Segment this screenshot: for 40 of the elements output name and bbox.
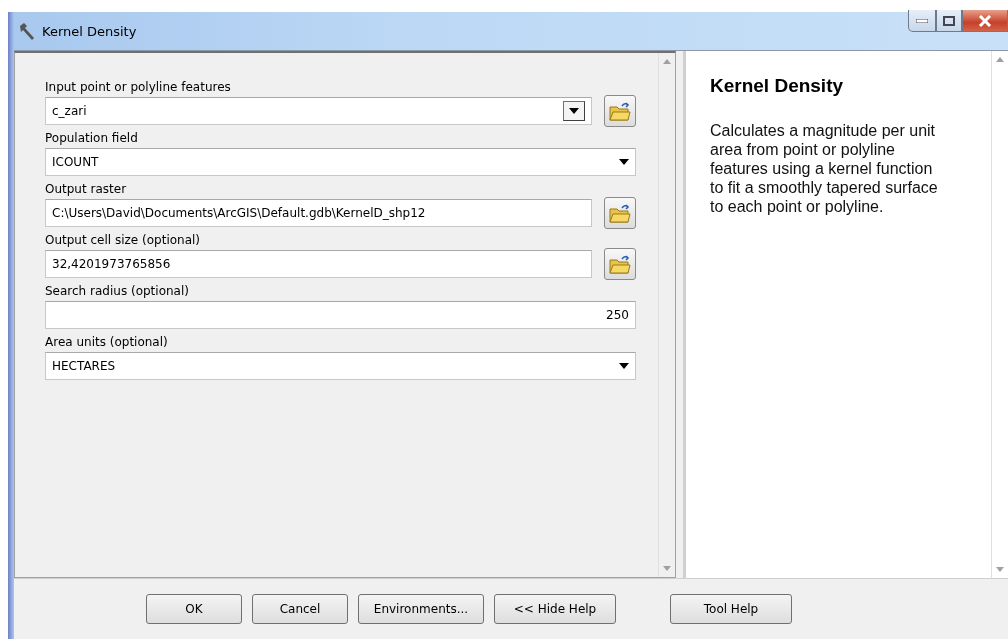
minimize-button[interactable] bbox=[908, 10, 936, 32]
caret-icon bbox=[619, 363, 629, 369]
dialog-button[interactable]: Tool Help bbox=[670, 594, 792, 624]
scroll-up-icon[interactable] bbox=[996, 57, 1004, 62]
dialog-button[interactable]: OK bbox=[146, 594, 242, 624]
field-label: Search radius (optional) bbox=[45, 283, 190, 300]
dropdown-field[interactable]: HECTARES bbox=[45, 352, 636, 380]
browse-button[interactable] bbox=[604, 95, 636, 127]
field-label: Output raster bbox=[45, 181, 128, 198]
minimize-icon bbox=[916, 18, 928, 23]
caret-icon bbox=[619, 159, 629, 165]
maximize-icon bbox=[943, 15, 955, 26]
folder-icon bbox=[609, 254, 631, 274]
field-label: Area units (optional) bbox=[45, 334, 169, 351]
folder-icon bbox=[609, 203, 631, 223]
field-label: Population field bbox=[45, 130, 139, 147]
help-title: Kernel Density bbox=[710, 75, 845, 97]
input-field[interactable]: C:\Users\David\Documents\ArcGIS\Default.gdb\KernelD_shp12 bbox=[45, 199, 592, 227]
field-label: Output cell size (optional) bbox=[45, 232, 202, 249]
dialog-button[interactable]: << Hide Help bbox=[494, 594, 616, 624]
browse-button[interactable] bbox=[604, 248, 636, 280]
maximize-button[interactable] bbox=[936, 10, 962, 32]
dialog-button[interactable]: Environments... bbox=[358, 594, 484, 624]
dropdown-field[interactable]: ICOUNT bbox=[45, 148, 636, 176]
field-label: Input point or polyline features bbox=[45, 79, 232, 96]
help-text: Calculates a magnitude per unit area from point or polyline features using a kernel function to fit a smoothly tapered surface to each point or polyline. bbox=[710, 121, 939, 216]
caret-icon bbox=[569, 108, 579, 114]
folder-icon bbox=[609, 101, 631, 121]
scroll-up-icon[interactable] bbox=[663, 59, 671, 64]
dropdown-field[interactable]: c_zari bbox=[45, 97, 592, 125]
window-title: Kernel Density bbox=[42, 23, 137, 39]
input-field[interactable]: 32,4201973765856 bbox=[45, 250, 592, 278]
browse-button[interactable] bbox=[604, 197, 636, 229]
scroll-down-icon[interactable] bbox=[996, 567, 1004, 572]
scroll-down-icon[interactable] bbox=[663, 566, 671, 571]
input-field[interactable]: 250 bbox=[45, 301, 636, 329]
close-icon bbox=[978, 14, 992, 27]
hammer-icon bbox=[18, 22, 36, 40]
dialog-button[interactable]: Cancel bbox=[252, 594, 348, 624]
close-button[interactable] bbox=[962, 10, 1008, 32]
